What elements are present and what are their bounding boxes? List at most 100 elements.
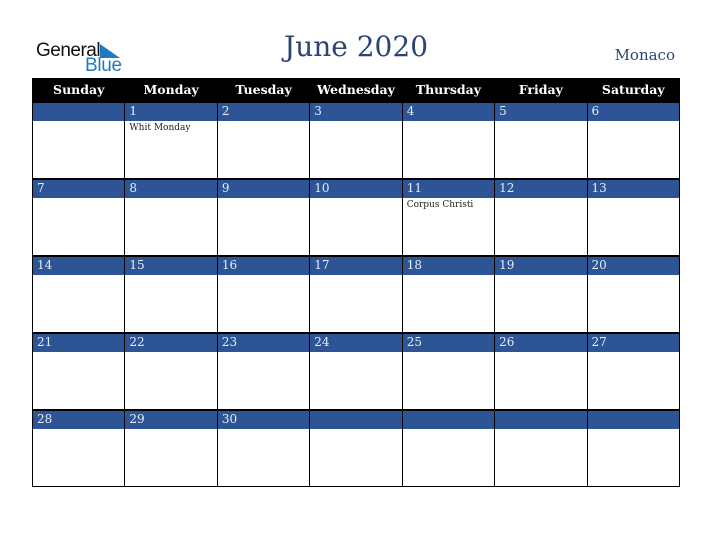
holiday-label [310, 429, 401, 431]
week-body-row: Whit Monday [31, 121, 681, 180]
calendar-grid: Sunday Monday Tuesday Wednesday Thursday… [31, 78, 681, 487]
week-date-band: 7 8 9 10 11 12 13 [31, 178, 681, 198]
holiday-label [310, 275, 401, 277]
day-cell [31, 275, 126, 334]
day-cell [586, 198, 681, 257]
day-number: 21 [31, 332, 126, 352]
day-number: 27 [586, 332, 681, 352]
weekday-header: Sunday [31, 78, 126, 102]
day-cell [586, 121, 681, 180]
holiday-label [33, 275, 124, 277]
holiday-label [495, 429, 586, 431]
day-cell [216, 198, 311, 257]
day-cell: Whit Monday [124, 121, 218, 180]
holiday-label [588, 429, 679, 431]
weekday-header: Saturday [586, 78, 681, 102]
holiday-label [403, 352, 494, 354]
day-number: 4 [401, 101, 496, 121]
day-cell [124, 198, 218, 257]
day-cell [586, 352, 681, 411]
weekday-header: Friday [494, 78, 588, 102]
holiday-label [125, 275, 216, 277]
day-cell [216, 352, 311, 411]
holiday-label [218, 275, 309, 277]
week-date-band: 21 22 23 24 25 26 27 [31, 332, 681, 352]
day-cell [586, 275, 681, 334]
day-cell [309, 198, 403, 257]
holiday-label [495, 352, 586, 354]
holiday-label [33, 352, 124, 354]
holiday-label [403, 275, 494, 277]
country-label: Monaco [614, 46, 675, 64]
holiday-label [33, 429, 124, 431]
day-cell [494, 198, 588, 257]
day-number: 25 [401, 332, 496, 352]
day-cell [401, 352, 496, 411]
holiday-label [588, 198, 679, 200]
day-number: 30 [216, 409, 311, 429]
day-number: 26 [494, 332, 588, 352]
day-number: 19 [494, 255, 588, 275]
holiday-label [33, 121, 124, 123]
day-number [401, 409, 496, 429]
holiday-label [588, 275, 679, 277]
weekday-header: Thursday [401, 78, 496, 102]
day-cell [216, 121, 311, 180]
holiday-label [403, 121, 494, 123]
holiday-label [125, 429, 216, 431]
holiday-label [495, 275, 586, 277]
day-number: 18 [401, 255, 496, 275]
day-number: 10 [309, 178, 403, 198]
day-cell [494, 275, 588, 334]
holiday-label [125, 198, 216, 200]
day-number [31, 101, 126, 121]
day-number: 11 [401, 178, 496, 198]
day-cell [31, 429, 126, 487]
day-cell [309, 352, 403, 411]
day-cell [31, 352, 126, 411]
week-date-band: 14 15 16 17 18 19 20 [31, 255, 681, 275]
day-cell [309, 429, 403, 487]
weekday-header: Wednesday [309, 78, 403, 102]
day-number [586, 409, 681, 429]
day-number: 14 [31, 255, 126, 275]
day-cell [31, 121, 126, 180]
day-number: 3 [309, 101, 403, 121]
day-cell [124, 275, 218, 334]
day-number: 13 [586, 178, 681, 198]
holiday-label [218, 198, 309, 200]
day-number: 7 [31, 178, 126, 198]
holiday-label: Corpus Christi [406, 200, 474, 210]
day-cell [216, 429, 311, 487]
week-body-row [31, 352, 681, 411]
day-cell [401, 429, 496, 487]
day-cell [216, 275, 311, 334]
holiday-label [310, 121, 401, 123]
holiday-label [403, 429, 494, 431]
day-number: 2 [216, 101, 311, 121]
day-cell [494, 121, 588, 180]
week-body-row [31, 275, 681, 334]
day-number: 16 [216, 255, 311, 275]
weekday-header: Monday [124, 78, 218, 102]
day-cell [401, 121, 496, 180]
holiday-label [218, 352, 309, 354]
day-cell [494, 429, 588, 487]
holiday-label [495, 198, 586, 200]
day-number: 5 [494, 101, 588, 121]
day-number: 22 [124, 332, 218, 352]
day-cell [494, 352, 588, 411]
day-number: 15 [124, 255, 218, 275]
day-cell [124, 429, 218, 487]
holiday-label: Whit Monday [129, 123, 191, 133]
day-number: 12 [494, 178, 588, 198]
weekday-header: Tuesday [216, 78, 311, 102]
day-number [494, 409, 588, 429]
holiday-label [310, 352, 401, 354]
holiday-label [588, 121, 679, 123]
holiday-label [495, 121, 586, 123]
day-cell [401, 275, 496, 334]
page-title: June 2020 [283, 30, 429, 63]
week-date-band: 28 29 30 [31, 409, 681, 429]
day-cell [309, 275, 403, 334]
